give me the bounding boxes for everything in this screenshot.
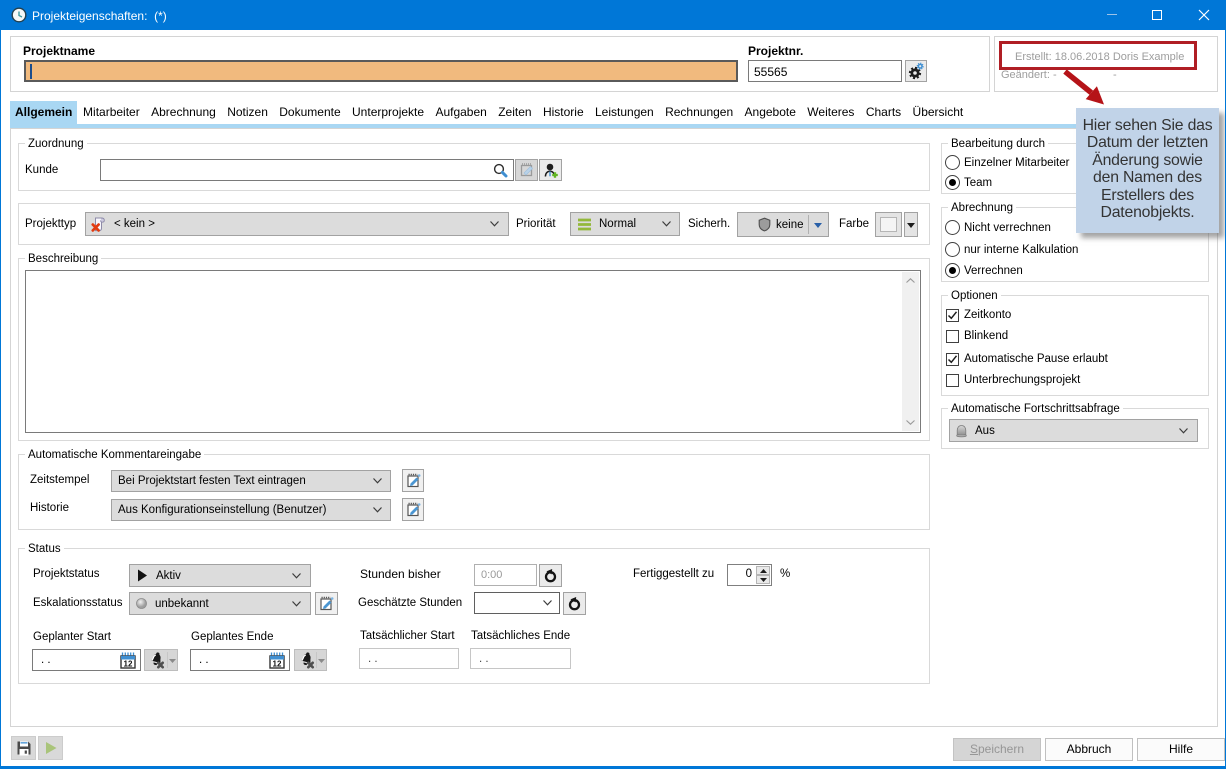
svg-text:12: 12 <box>273 660 282 669</box>
svg-text:12: 12 <box>124 660 133 669</box>
